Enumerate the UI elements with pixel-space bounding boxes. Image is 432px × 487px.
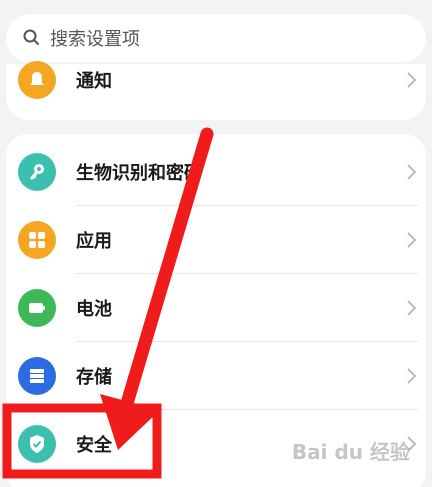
settings-item-label: 安全 bbox=[76, 435, 112, 456]
notification-card: 通知 bbox=[6, 61, 426, 120]
apps-grid-icon bbox=[18, 221, 56, 259]
chevron-right-icon bbox=[407, 368, 417, 384]
chevron-right-icon bbox=[407, 300, 417, 316]
shield-check-icon bbox=[18, 425, 56, 463]
settings-item-label: 生物识别和密码 bbox=[76, 163, 202, 184]
settings-item-label: 应用 bbox=[76, 231, 112, 252]
chevron-right-icon bbox=[407, 164, 417, 180]
settings-card: 生物识别和密码 应用 电池 存储 安全 bbox=[6, 134, 426, 487]
settings-item-battery[interactable]: 电池 bbox=[6, 274, 426, 342]
key-icon bbox=[18, 153, 56, 191]
settings-item-label: 通知 bbox=[76, 71, 112, 92]
watermark-text: Bai du 经验 bbox=[291, 440, 410, 464]
settings-item-notifications[interactable]: 通知 bbox=[6, 46, 426, 114]
search-icon bbox=[23, 29, 39, 45]
settings-item-biometrics[interactable]: 生物识别和密码 bbox=[6, 138, 426, 206]
settings-item-label: 存储 bbox=[76, 367, 112, 388]
settings-item-storage[interactable]: 存储 bbox=[6, 342, 426, 410]
storage-icon bbox=[18, 357, 56, 395]
settings-item-label: 电池 bbox=[76, 299, 112, 320]
settings-item-apps[interactable]: 应用 bbox=[6, 206, 426, 274]
chevron-right-icon bbox=[407, 232, 417, 248]
bell-icon bbox=[18, 61, 56, 99]
chevron-right-icon bbox=[407, 72, 417, 88]
battery-icon bbox=[18, 289, 56, 327]
